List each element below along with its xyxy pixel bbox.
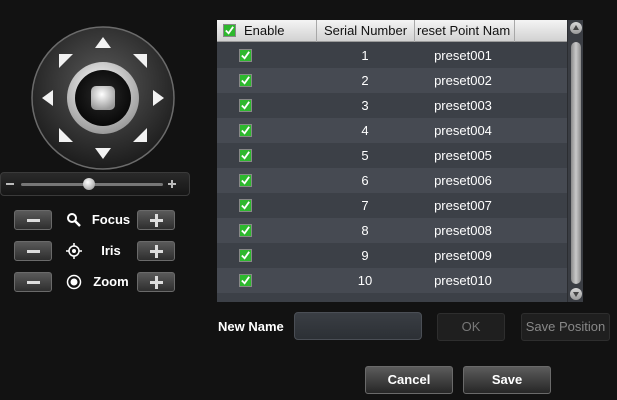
ptz-center-button[interactable] bbox=[91, 86, 115, 110]
focus-label: Focus bbox=[91, 212, 131, 227]
preset-name-cell: preset010 bbox=[434, 273, 492, 288]
serial-cell: 1 bbox=[361, 48, 369, 63]
enable-checkbox[interactable] bbox=[239, 224, 252, 237]
serial-cell: 7 bbox=[361, 198, 369, 213]
table-row[interactable]: 5 preset005 bbox=[217, 143, 567, 168]
enable-checkbox[interactable] bbox=[239, 124, 252, 137]
save-position-button[interactable]: Save Position bbox=[521, 313, 610, 341]
scroll-thumb[interactable] bbox=[571, 42, 581, 284]
preset-name-cell: preset005 bbox=[434, 148, 492, 163]
header-enable-checkbox[interactable] bbox=[223, 24, 236, 37]
iris-label: Iris bbox=[101, 243, 121, 258]
zoom-label: Zoom bbox=[93, 274, 129, 289]
serial-cell: 6 bbox=[361, 173, 369, 188]
zoom-row: Zoom bbox=[14, 272, 186, 292]
serial-cell: 9 bbox=[361, 248, 369, 263]
zoom-circle-icon bbox=[66, 274, 82, 290]
preset-name-cell: preset004 bbox=[434, 123, 492, 138]
header-enable[interactable]: Enable bbox=[217, 20, 317, 42]
focus-minus-button[interactable] bbox=[14, 210, 52, 230]
cancel-button[interactable]: Cancel bbox=[365, 366, 453, 394]
table-row[interactable]: 9 preset009 bbox=[217, 243, 567, 268]
header-serial[interactable]: Serial Number bbox=[317, 20, 415, 42]
iris-crosshair-icon bbox=[66, 243, 82, 259]
enable-checkbox[interactable] bbox=[239, 174, 252, 187]
scroll-down-button[interactable] bbox=[570, 288, 582, 300]
preset-name-cell: preset008 bbox=[434, 223, 492, 238]
enable-checkbox[interactable] bbox=[239, 199, 252, 212]
table-header: Enable Serial Number reset Point Nam bbox=[217, 20, 567, 42]
table-row[interactable]: 8 preset008 bbox=[217, 218, 567, 243]
magnifier-icon bbox=[67, 213, 81, 227]
save-button[interactable]: Save bbox=[463, 366, 551, 394]
new-name-label: New Name bbox=[218, 319, 284, 334]
serial-cell: 5 bbox=[361, 148, 369, 163]
preset-name-cell: preset002 bbox=[434, 73, 492, 88]
serial-cell: 10 bbox=[357, 273, 373, 288]
zoom-minus-button[interactable] bbox=[14, 272, 52, 292]
header-name[interactable]: reset Point Nam bbox=[415, 20, 515, 42]
table-scrollbar[interactable] bbox=[567, 20, 583, 302]
enable-checkbox[interactable] bbox=[239, 149, 252, 162]
preset-name-cell: preset006 bbox=[434, 173, 492, 188]
slider-knob[interactable] bbox=[83, 178, 96, 190]
preset-name-cell: preset007 bbox=[434, 198, 492, 213]
focus-row: Focus bbox=[14, 210, 186, 230]
header-enable-label: Enable bbox=[244, 23, 285, 38]
table-row[interactable]: 3 preset003 bbox=[217, 93, 567, 118]
serial-cell: 3 bbox=[361, 98, 369, 113]
serial-cell: 4 bbox=[361, 123, 369, 138]
zoom-plus-button[interactable] bbox=[137, 272, 175, 292]
preset-name-cell: preset001 bbox=[434, 48, 492, 63]
ptz-control bbox=[30, 25, 176, 171]
ptz-ring bbox=[31, 26, 175, 170]
enable-checkbox[interactable] bbox=[239, 249, 252, 262]
preset-name-cell: preset003 bbox=[434, 98, 492, 113]
serial-cell: 2 bbox=[361, 73, 369, 88]
enable-checkbox[interactable] bbox=[239, 74, 252, 87]
table-row[interactable]: 2 preset002 bbox=[217, 68, 567, 93]
enable-checkbox[interactable] bbox=[239, 99, 252, 112]
scroll-up-button[interactable] bbox=[570, 22, 582, 34]
slider-minus-icon bbox=[6, 183, 14, 185]
ok-button[interactable]: OK bbox=[437, 313, 505, 341]
new-name-input[interactable] bbox=[294, 312, 422, 340]
table-row[interactable]: 7 preset007 bbox=[217, 193, 567, 218]
preset-name-cell: preset009 bbox=[434, 248, 492, 263]
table-row[interactable]: 6 preset006 bbox=[217, 168, 567, 193]
enable-checkbox[interactable] bbox=[239, 274, 252, 287]
serial-cell: 8 bbox=[361, 223, 369, 238]
preset-table: Enable Serial Number reset Point Nam 1 pr… bbox=[217, 20, 583, 302]
table-row[interactable]: 10 preset010 bbox=[217, 268, 567, 293]
speed-slider[interactable] bbox=[0, 172, 190, 196]
iris-plus-button[interactable] bbox=[137, 241, 175, 261]
table-row[interactable]: 4 preset004 bbox=[217, 118, 567, 143]
iris-row: Iris bbox=[14, 241, 186, 261]
focus-plus-button[interactable] bbox=[137, 210, 175, 230]
table-row[interactable]: 1 preset001 bbox=[217, 43, 567, 68]
enable-checkbox[interactable] bbox=[239, 49, 252, 62]
iris-minus-button[interactable] bbox=[14, 241, 52, 261]
